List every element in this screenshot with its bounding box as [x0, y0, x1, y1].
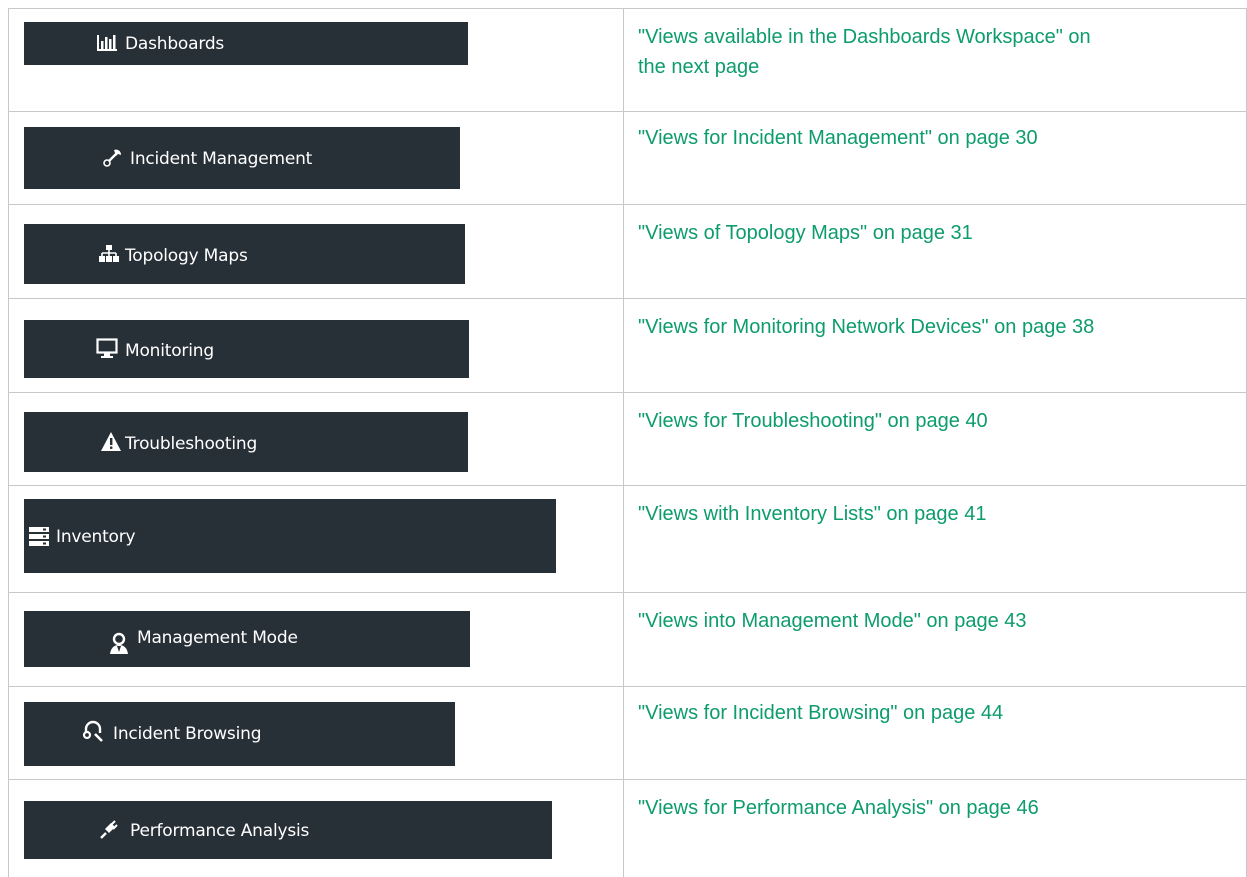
nav-button-label: Performance Analysis [130, 821, 310, 841]
navigation-views-table: Dashboards "Views available in the Dashb… [8, 8, 1247, 877]
incident-browsing-views-link[interactable]: "Views for Incident Browsing" on page 44 [638, 698, 1003, 728]
table-row: Inventory "Views with Inventory Lists" o… [8, 485, 1247, 592]
nav-button-label: Dashboards [125, 34, 225, 54]
table-row: Management Mode "Views into Management M… [8, 592, 1247, 686]
bar-chart-icon [97, 35, 117, 51]
nav-button-label: Management Mode [137, 628, 298, 648]
inventory-views-link[interactable]: "Views with Inventory Lists" on page 41 [638, 499, 986, 529]
incident-browsing-nav-button[interactable]: Incident Browsing [24, 702, 455, 766]
link-text-line2[interactable]: the next page [638, 56, 759, 78]
topology-maps-nav-button[interactable]: Topology Maps [24, 224, 465, 284]
nav-button-label: Monitoring [125, 341, 214, 361]
nav-button-label: Inventory [56, 527, 136, 547]
table-row: Monitoring "Views for Monitoring Network… [8, 298, 1247, 392]
nav-button-label: Troubleshooting [125, 434, 258, 454]
sitemap-icon [99, 245, 119, 262]
server-icon [29, 527, 49, 546]
management-mode-views-link[interactable]: "Views into Management Mode" on page 43 [638, 606, 1027, 636]
plug-icon [100, 820, 118, 839]
incident-management-nav-button[interactable]: Incident Management [24, 127, 460, 189]
dashboards-nav-button[interactable]: Dashboards [24, 22, 468, 65]
table-row: Incident Management "Views for Incident … [8, 111, 1247, 204]
desktop-icon [96, 338, 118, 358]
table-row: Performance Analysis "Views for Performa… [8, 779, 1247, 877]
nav-button-label: Topology Maps [125, 246, 248, 266]
troubleshooting-views-link[interactable]: "Views for Troubleshooting" on page 40 [638, 406, 988, 436]
management-mode-nav-button[interactable]: Management Mode [24, 611, 470, 667]
topology-maps-views-link[interactable]: "Views of Topology Maps" on page 31 [638, 218, 973, 248]
table-row: Dashboards "Views available in the Dashb… [8, 8, 1247, 111]
nav-button-label: Incident Management [130, 149, 313, 169]
user-icon [110, 632, 128, 654]
monitoring-nav-button[interactable]: Monitoring [24, 320, 469, 378]
table-row: Troubleshooting "Views for Troubleshooti… [8, 392, 1247, 485]
nav-button-label: Incident Browsing [113, 724, 262, 744]
table-row: Topology Maps "Views of Topology Maps" o… [8, 204, 1247, 298]
link-text-line1[interactable]: "Views available in the Dashboards Works… [638, 26, 1091, 48]
incident-management-views-link[interactable]: "Views for Incident Management" on page … [638, 123, 1038, 153]
troubleshooting-nav-button[interactable]: Troubleshooting [24, 412, 468, 472]
performance-analysis-nav-button[interactable]: Performance Analysis [24, 801, 552, 859]
headset-icon [82, 720, 103, 742]
inventory-nav-button[interactable]: Inventory [24, 499, 556, 573]
table-row: Incident Browsing "Views for Incident Br… [8, 686, 1247, 779]
wrench-icon [103, 149, 122, 167]
warning-icon [101, 432, 121, 451]
monitoring-views-link[interactable]: "Views for Monitoring Network Devices" o… [638, 312, 1094, 342]
dashboards-views-link[interactable]: "Views available in the Dashboards Works… [638, 22, 1091, 82]
performance-analysis-views-link[interactable]: "Views for Performance Analysis" on page… [638, 793, 1039, 823]
